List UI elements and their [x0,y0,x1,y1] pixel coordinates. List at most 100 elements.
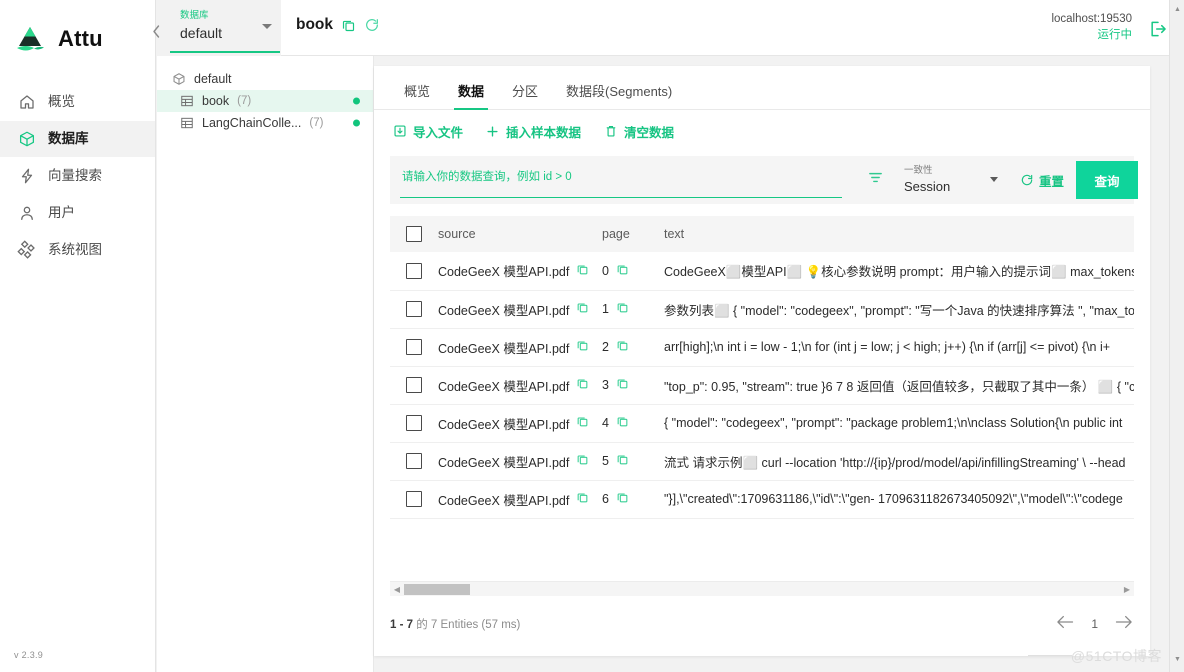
consistency-selector[interactable]: 一致性 Session [896,156,1008,204]
logout-button[interactable] [1148,19,1168,44]
header-page[interactable]: page [602,216,664,252]
copy-icon[interactable] [616,491,629,507]
select-all-checkbox[interactable] [406,226,422,242]
collection-tree-panel: default book (7) LangChainColle... (7) [157,56,374,672]
copy-icon[interactable] [576,377,589,393]
pagination: 1 [1055,614,1134,635]
filter-icon [867,169,884,191]
table-head: source page text [390,216,1134,252]
copy-icon[interactable] [616,301,629,317]
copy-icon[interactable] [576,491,589,507]
lightning-icon [17,166,37,186]
hscroll-track[interactable] [404,582,1120,597]
sidebar-item-system-view[interactable]: 系统视图 [0,232,155,268]
database-selector-label: 数据库 [180,10,209,21]
copy-icon[interactable] [576,453,589,469]
reset-button[interactable]: 重置 [1008,156,1076,204]
tab-data[interactable]: 数据 [444,85,498,110]
cell-source: CodeGeeX 模型API.pdf [438,379,570,394]
query-input-underline [400,197,842,198]
reset-label: 重置 [1038,174,1064,189]
insert-sample-data-button[interactable]: 插入样本数据 [485,122,581,141]
row-checkbox[interactable] [406,491,422,507]
header-select-all [390,216,438,252]
filter-button[interactable] [856,156,896,204]
next-page-button[interactable] [1114,614,1134,635]
arrow-left-icon [1055,614,1075,635]
empty-data-button[interactable]: 清空数据 [603,122,674,141]
row-checkbox[interactable] [406,262,422,279]
sidebar-item-label: 数据库 [48,131,89,147]
cell-page: 4 [602,416,609,430]
copy-icon[interactable] [616,415,629,431]
cell-source: CodeGeeX 模型API.pdf [438,417,570,432]
cell-page: 0 [602,263,609,278]
copy-icon[interactable] [616,263,629,279]
scroll-up-icon[interactable]: ▲ [1170,2,1184,16]
collapse-sidebar-button[interactable] [146,20,166,48]
table-row[interactable]: CodeGeeX 模型API.pdf 2 arr[high];\n int i … [390,328,1134,366]
tab-label: 数据段(Segments) [566,84,673,99]
query-button[interactable]: 查询 [1076,161,1138,199]
copy-icon[interactable] [576,415,589,431]
import-file-button[interactable]: 导入文件 [392,122,463,141]
database-selector-value: default [180,25,223,41]
copy-icon[interactable] [616,339,629,355]
hscroll-thumb[interactable] [404,583,470,595]
table-row[interactable]: CodeGeeX 模型API.pdf 6 "}],\"created\":170… [390,480,1134,518]
chevron-left-icon [151,24,162,44]
table-row[interactable]: CodeGeeX 模型API.pdf 1 参数列表⬜ { "model": "c… [390,290,1134,328]
tree-collection-langchaincollection[interactable]: LangChainColle... (7) [157,112,373,134]
sidebar-item-database[interactable]: 数据库 [0,121,155,157]
sidebar-item-vector-search[interactable]: 向量搜索 [0,158,155,194]
chevron-down-icon [262,24,272,29]
database-selector[interactable]: 数据库 default [170,4,280,53]
tab-partitions[interactable]: 分区 [498,85,552,109]
trash-icon [603,124,618,139]
tab-segments[interactable]: 数据段(Segments) [552,85,686,109]
row-checkbox[interactable] [406,415,422,431]
scroll-right-icon[interactable]: ▶ [1120,585,1134,594]
table-row[interactable]: CodeGeeX 模型API.pdf 0 CodeGeeX⬜模型API⬜ 💡核心… [390,252,1134,290]
copy-icon[interactable] [616,377,629,393]
prev-page-button[interactable] [1055,614,1075,635]
row-checkbox[interactable] [406,301,422,317]
host-status: 运行中 [1097,29,1133,41]
table-body: CodeGeeX 模型API.pdf 0 CodeGeeX⬜模型API⬜ 💡核心… [390,252,1134,518]
row-checkbox[interactable] [406,339,422,355]
cell-page: 6 [602,492,609,506]
sidebar-item-users[interactable]: 用户 [0,195,155,231]
header-source[interactable]: source [438,216,602,252]
data-table: source page text CodeGeeX 模型API.pdf 0 Co… [390,216,1134,519]
sidebar-item-overview[interactable]: 概览 [0,84,155,120]
page-vertical-scrollbar[interactable]: ▲ ▼ [1169,0,1184,672]
tab-overview[interactable]: 概览 [390,85,444,109]
copy-icon[interactable] [616,453,629,469]
table-horizontal-scrollbar[interactable]: ◀ ▶ [390,581,1134,596]
copy-icon[interactable] [576,339,589,355]
sidebar-item-label: 用户 [48,205,75,221]
table-row[interactable]: CodeGeeX 模型API.pdf 4 { "model": "codegee… [390,404,1134,442]
query-input-wrap[interactable]: 请输入你的数据查询，例如 id > 0 [390,156,856,204]
row-checkbox[interactable] [406,377,422,393]
copy-icon[interactable] [341,18,356,33]
header-text[interactable]: text [664,216,1134,252]
tree-collection-book[interactable]: book (7) [157,90,373,112]
copy-icon[interactable] [576,301,589,317]
table-header-row: source page text [390,216,1134,252]
query-input-placeholder: 请输入你的数据查询，例如 id > 0 [402,171,572,183]
table-row[interactable]: CodeGeeX 模型API.pdf 3 "top_p": 0.95, "str… [390,366,1134,404]
row-checkbox[interactable] [406,453,422,469]
table-footer: 1 - 7 的 7 Entities (57 ms) 1 [390,608,1134,640]
app-version: v 2.3.9 [14,650,44,660]
cell-text: "}],\"created\":1709631186,\"id\":\"gen-… [664,492,1123,506]
brand-name: Attu [58,26,103,51]
scroll-left-icon[interactable]: ◀ [390,585,404,594]
copy-icon[interactable] [576,263,589,279]
tree-root-default[interactable]: default [157,68,373,90]
scroll-down-icon[interactable]: ▼ [1170,652,1184,666]
refresh-icon[interactable] [364,17,380,33]
table-icon [179,94,194,109]
table-row[interactable]: CodeGeeX 模型API.pdf 5 流式 请求示例⬜ curl --loc… [390,442,1134,480]
status-dot-loaded [353,119,360,127]
